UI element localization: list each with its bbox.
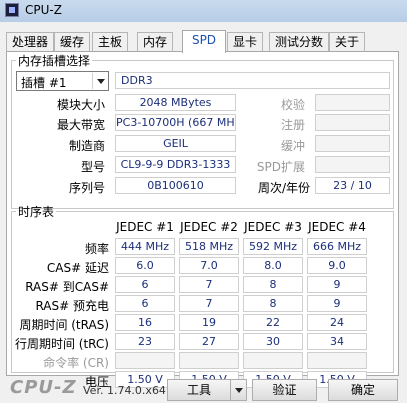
timing-row-label: 命令率 (CR) [43, 356, 109, 370]
part-number-label: 型号 [80, 160, 105, 174]
max-bandwidth-label: 最大带宽 [56, 118, 105, 132]
tab-about[interactable]: 关于 [329, 32, 366, 52]
timing-row-label: RAS# 到CAS# [25, 280, 109, 294]
registered-label: 注册 [280, 118, 305, 132]
timing-cell: 8 [243, 276, 303, 293]
timing-cell: 9.0 [307, 257, 367, 274]
timing-cell: 6 [115, 295, 175, 312]
tab-cpu[interactable]: 处理器 [6, 32, 55, 52]
buffered-value [315, 135, 390, 152]
module-size-label: 模块大小 [56, 98, 105, 112]
chevron-down-icon[interactable] [92, 73, 107, 89]
tools-button[interactable]: 工具 [167, 379, 230, 401]
week-year-value: 23 / 10 [315, 177, 390, 194]
correction-label: 校验 [280, 98, 305, 112]
jedec-2-header: JEDEC #2 [180, 220, 238, 234]
timing-cell: 9 [307, 276, 367, 293]
serial-number-value: 0B100610 [115, 177, 236, 194]
spd-panel: 内存插槽选择 插槽 #1 DDR3 模块大小 2048 MBytes 校验 最大… [6, 51, 399, 389]
max-bandwidth-value: PC3-10700H (667 MHz) [115, 114, 236, 131]
timing-cell: 7 [179, 295, 239, 312]
timing-row-label: 行周期时间 (tRC) [14, 337, 109, 351]
manufacturer-value: GEIL [115, 135, 236, 152]
timing-cell: 23 [115, 333, 175, 350]
timing-cell: 8 [243, 295, 303, 312]
timing-cell: 7.0 [179, 257, 239, 274]
jedec-4-header: JEDEC #4 [308, 220, 366, 234]
timing-cell: 6 [115, 276, 175, 293]
module-size-value: 2048 MBytes [115, 94, 236, 111]
timings-legend: 时序表 [18, 205, 55, 219]
timing-cell: 9 [307, 295, 367, 312]
timing-cell: 34 [307, 333, 367, 350]
tab-spd[interactable]: SPD [182, 30, 226, 53]
chevron-down-icon[interactable] [230, 379, 247, 401]
spd-ext-value [315, 156, 390, 173]
serial-number-label: 序列号 [68, 181, 105, 195]
registered-value [315, 114, 390, 131]
jedec-3-header: JEDEC #3 [244, 220, 302, 234]
cpu-z-app-icon [5, 3, 19, 17]
timing-cell: 6.0 [115, 257, 175, 274]
slot-selection-legend: 内存插槽选择 [18, 54, 91, 68]
timing-row-label: 周期时间 (tRAS) [19, 318, 109, 332]
footer-bar: CPU-Z Ver. 1.74.0.x64 工具 验证 确定 [0, 377, 407, 403]
ok-button[interactable]: 确定 [328, 379, 398, 401]
main-window: 处理器 缓存 主板 内存 SPD 显卡 测试分数 关于 内存插槽选择 插槽 #1… [0, 22, 407, 403]
timing-row-label: 频率 [84, 242, 109, 256]
timing-cell [307, 352, 367, 369]
timing-row-label: CAS# 延迟 [46, 261, 109, 275]
part-number-value: CL9-9-9 DDR3-1333 [115, 156, 236, 173]
timing-cell: 592 MHz [243, 238, 303, 255]
slot-select-value: 插槽 #1 [21, 76, 67, 90]
buffered-label: 缓冲 [280, 139, 305, 153]
spd-ext-label: SPD扩展 [256, 160, 305, 174]
tab-bench[interactable]: 测试分数 [269, 32, 330, 52]
timing-cell: 22 [243, 314, 303, 331]
correction-value [315, 94, 390, 111]
timing-cell: 19 [179, 314, 239, 331]
cpu-z-logo: CPU-Z [10, 377, 77, 398]
timing-cell: 27 [179, 333, 239, 350]
timing-cell: 24 [307, 314, 367, 331]
jedec-1-header: JEDEC #1 [116, 220, 174, 234]
timing-cell: 666 MHz [307, 238, 367, 255]
slot-select[interactable]: 插槽 #1 [16, 71, 109, 91]
validate-button[interactable]: 验证 [252, 379, 317, 401]
timing-cell: 16 [115, 314, 175, 331]
version-text: Ver. 1.74.0.x64 [83, 384, 166, 397]
tab-caches[interactable]: 缓存 [54, 32, 91, 52]
timing-row-label: RAS# 预充电 [35, 299, 109, 313]
timing-cell: 444 MHz [115, 238, 175, 255]
week-year-label: 周次/年份 [257, 181, 310, 195]
manufacturer-label: 制造商 [68, 139, 105, 153]
tab-memory[interactable]: 内存 [137, 32, 174, 52]
window-title: CPU-Z [25, 3, 62, 17]
timing-cell [243, 352, 303, 369]
timing-cell: 7 [179, 276, 239, 293]
timing-cell [115, 352, 175, 369]
memory-type-field: DDR3 [115, 72, 390, 89]
timing-cell [179, 352, 239, 369]
tab-graphics[interactable]: 显卡 [227, 32, 264, 52]
tab-mainboard[interactable]: 主板 [92, 32, 129, 52]
timing-cell: 8.0 [243, 257, 303, 274]
timing-cell: 30 [243, 333, 303, 350]
title-bar: CPU-Z [0, 0, 407, 22]
timing-cell: 518 MHz [179, 238, 239, 255]
